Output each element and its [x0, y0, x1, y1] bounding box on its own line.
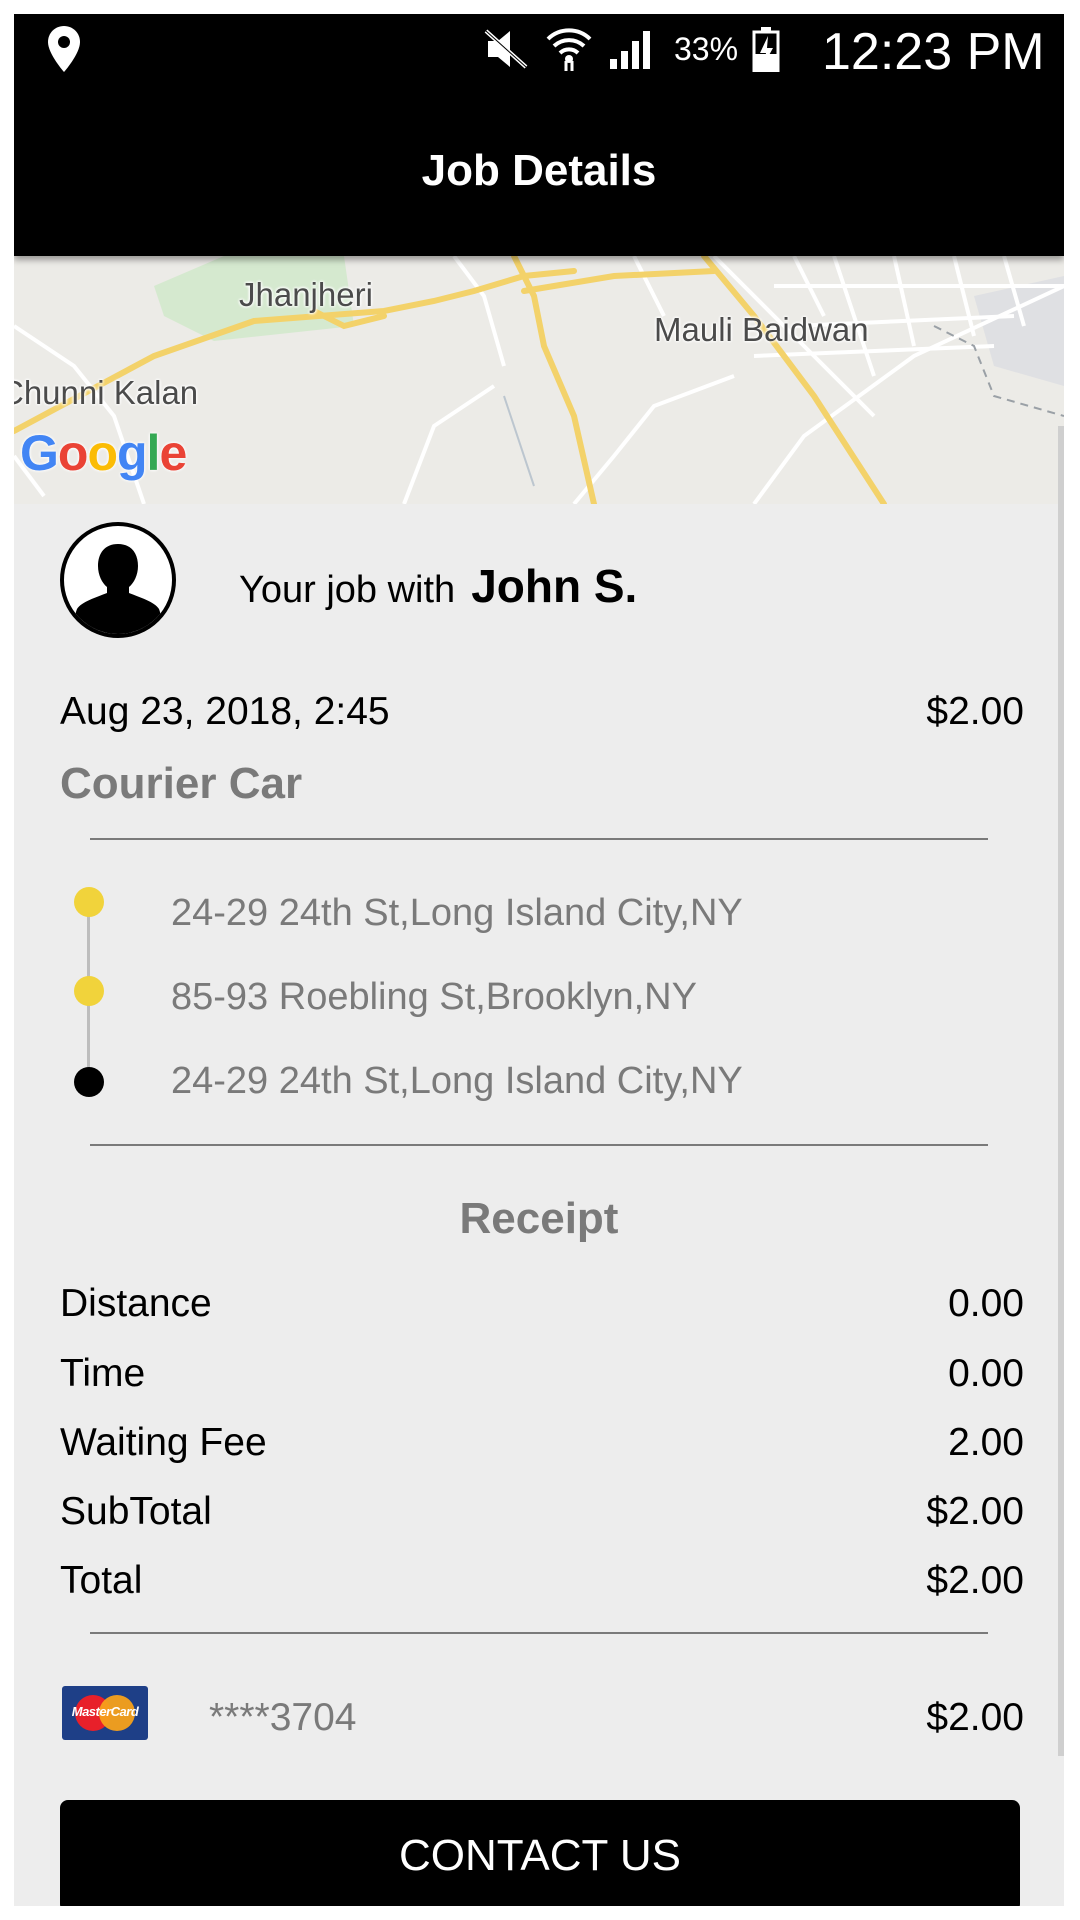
receipt-value-subtotal: $2.00 — [926, 1490, 1024, 1533]
battery-percent: 33% — [674, 30, 739, 67]
divider — [90, 838, 988, 840]
receipt-label-distance: Distance — [60, 1282, 212, 1325]
person-icon — [74, 544, 162, 634]
signal-icon — [610, 31, 650, 69]
receipt-label-total: Total — [60, 1559, 143, 1602]
route-address-dropoff: 24-29 24th St,Long Island City,NY — [171, 1060, 743, 1102]
job-price: $2.00 — [926, 690, 1024, 733]
route-address-pickup: 24-29 24th St,Long Island City,NY — [171, 892, 743, 934]
route-dot-pickup — [74, 887, 104, 917]
route-dot-stop — [74, 976, 104, 1006]
mute-icon — [484, 29, 528, 69]
avatar — [60, 522, 176, 638]
receipt-value-waiting-fee: 2.00 — [948, 1421, 1024, 1464]
receipt-label-time: Time — [60, 1352, 146, 1395]
contact-us-button[interactable]: CONTACT US — [60, 1800, 1020, 1906]
phone-screen: 33% 12:23 PM Job Details Jhanjheri Mauli… — [14, 14, 1064, 1906]
status-time: 12:23 PM — [822, 23, 1045, 81]
job-date: Aug 23, 2018, 2:45 — [60, 690, 390, 733]
route-address-stop: 85-93 Roebling St,Brooklyn,NY — [171, 976, 697, 1018]
map-view[interactable]: Jhanjheri Mauli Baidwan Chunni Kalan Goo… — [14, 256, 1064, 504]
map-label-place2: Mauli Baidwan — [654, 311, 869, 348]
page-title: Job Details — [421, 146, 657, 195]
receipt-label-subtotal: SubTotal — [60, 1490, 212, 1533]
vehicle-type: Courier Car — [60, 759, 303, 808]
card-number: ****3704 — [209, 1696, 357, 1739]
mastercard-icon: MasterCard — [62, 1686, 148, 1740]
receipt-title: Receipt — [459, 1194, 619, 1243]
wifi-icon — [546, 28, 592, 71]
receipt-value-total: $2.00 — [926, 1559, 1024, 1602]
receipt-label-waiting-fee: Waiting Fee — [60, 1421, 267, 1464]
card-brand: MasterCard — [71, 1704, 139, 1719]
route-dot-dropoff — [74, 1067, 104, 1097]
receipt-value-distance: 0.00 — [948, 1282, 1024, 1325]
map-label-place3: Chunni Kalan — [14, 374, 199, 411]
receipt-value-time: 0.00 — [948, 1352, 1024, 1395]
job-with-prefix: Your job with — [239, 569, 456, 611]
divider — [90, 1632, 988, 1634]
scrollbar[interactable] — [1058, 426, 1064, 1756]
payment-amount: $2.00 — [926, 1696, 1024, 1739]
divider — [90, 1144, 988, 1146]
battery-icon — [752, 27, 780, 72]
app-bar: Job Details — [14, 84, 1064, 256]
job-with-line: Your job with John S. — [239, 559, 637, 613]
google-logo: Google — [20, 425, 187, 481]
location-icon — [48, 26, 80, 72]
map-label-place1: Jhanjheri — [239, 276, 373, 313]
status-bar: 33% 12:23 PM — [14, 14, 1064, 84]
driver-name: John S. — [471, 560, 638, 612]
status-icons: 33% — [482, 22, 780, 76]
